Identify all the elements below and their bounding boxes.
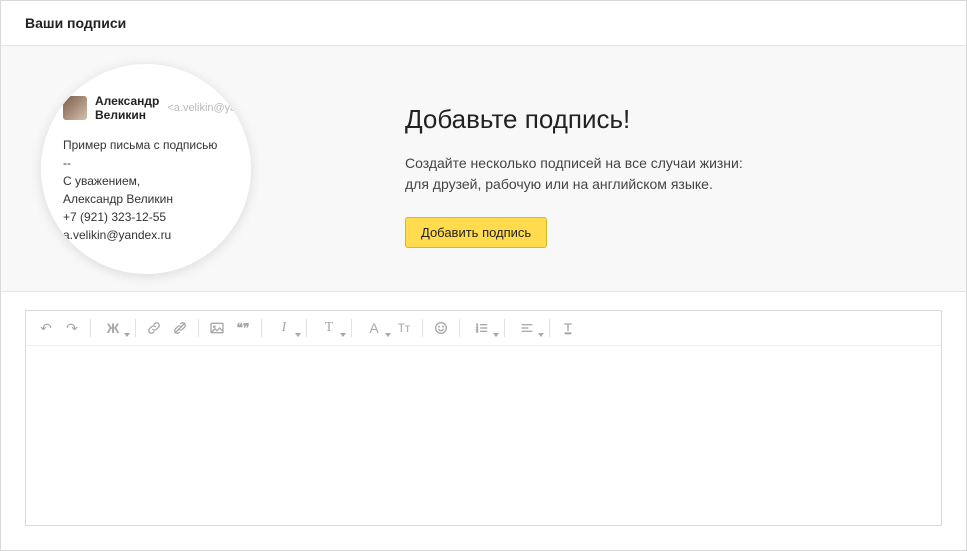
chevron-down-icon xyxy=(124,333,130,337)
list-button[interactable]: 123 xyxy=(466,317,498,339)
list-icon: 123 xyxy=(474,320,490,336)
link-button[interactable] xyxy=(142,317,166,339)
redo-button[interactable]: ↷ xyxy=(60,317,84,339)
redo-icon: ↷ xyxy=(66,320,78,337)
preview-sig-phone: +7 (921) 323-12-55 xyxy=(63,208,229,226)
cta-title: Добавьте подпись! xyxy=(405,104,926,135)
emoji-button[interactable] xyxy=(429,317,453,339)
toolbar-separator xyxy=(459,319,460,337)
clear-format-icon xyxy=(560,320,576,336)
chevron-down-icon xyxy=(295,333,301,337)
section-title-text: Ваши подписи xyxy=(25,15,126,31)
toolbar-separator xyxy=(135,319,136,337)
bold-button[interactable]: Ж xyxy=(97,317,129,339)
align-button[interactable] xyxy=(511,317,543,339)
bold-icon: Ж xyxy=(107,320,120,336)
chevron-down-icon xyxy=(340,333,346,337)
undo-button[interactable]: ↶ xyxy=(34,317,58,339)
quote-icon: ❝❞ xyxy=(237,321,250,335)
unlink-icon xyxy=(172,320,188,336)
preview-sig-email: a.velikin@yandex.ru xyxy=(63,226,229,244)
preview-intro: Пример письма с подписью xyxy=(63,136,229,154)
image-button[interactable] xyxy=(205,317,229,339)
avatar xyxy=(63,96,87,120)
preview-sender: Александр Великин <a.velikin@yandex.ru> xyxy=(63,94,229,122)
signature-preview: Александр Великин <a.velikin@yandex.ru> … xyxy=(41,64,251,274)
toolbar-separator xyxy=(90,319,91,337)
signature-editor: ↶ ↷ Ж ❝❞ xyxy=(25,310,942,526)
signature-hero: Александр Великин <a.velikin@yandex.ru> … xyxy=(1,46,966,292)
align-icon xyxy=(519,320,535,336)
clear-format-button[interactable] xyxy=(556,317,580,339)
chevron-down-icon xyxy=(493,333,499,337)
text-color-button[interactable]: T xyxy=(313,317,345,339)
preview-sig-sep: -- xyxy=(63,154,229,172)
editor-toolbar: ↶ ↷ Ж ❝❞ xyxy=(26,311,941,346)
image-icon xyxy=(209,320,225,336)
cta-block: Добавьте подпись! Создайте несколько под… xyxy=(405,104,926,248)
undo-icon: ↶ xyxy=(40,320,52,337)
cta-line1: Создайте несколько подписей на все случа… xyxy=(405,155,743,171)
font-size-button[interactable]: Tт xyxy=(392,317,416,339)
add-signature-button[interactable]: Добавить подпись xyxy=(405,217,547,248)
preview-sender-email: <a.velikin@yandex.ru> xyxy=(167,102,251,114)
preview-sig-name: Александр Великин xyxy=(63,190,229,208)
unlink-button[interactable] xyxy=(168,317,192,339)
preview-sender-name: Александр Великин xyxy=(95,94,159,122)
preview-sig-regards: С уважением, xyxy=(63,172,229,190)
text-style-icon: I xyxy=(282,320,287,336)
text-style-button[interactable]: I xyxy=(268,317,300,339)
font-color-button[interactable]: A xyxy=(358,317,390,339)
toolbar-separator xyxy=(549,319,550,337)
chevron-down-icon xyxy=(385,333,391,337)
toolbar-separator xyxy=(261,319,262,337)
preview-body: Пример письма с подписью -- С уважением,… xyxy=(63,136,229,244)
section-title: Ваши подписи xyxy=(1,1,966,46)
cta-text: Создайте несколько подписей на все случа… xyxy=(405,153,926,195)
text-color-icon: T xyxy=(325,320,334,336)
editor-textarea[interactable] xyxy=(26,346,941,525)
link-icon xyxy=(146,320,162,336)
font-color-icon: A xyxy=(369,320,378,336)
toolbar-separator xyxy=(351,319,352,337)
toolbar-separator xyxy=(198,319,199,337)
editor-section: ↶ ↷ Ж ❝❞ xyxy=(1,292,966,550)
toolbar-separator xyxy=(422,319,423,337)
toolbar-separator xyxy=(504,319,505,337)
smile-icon xyxy=(433,320,449,336)
cta-line2: для друзей, рабочую или на английском яз… xyxy=(405,176,713,192)
font-size-icon: Tт xyxy=(398,321,411,335)
svg-text:3: 3 xyxy=(476,329,479,334)
toolbar-separator xyxy=(306,319,307,337)
quote-button[interactable]: ❝❞ xyxy=(231,317,255,339)
chevron-down-icon xyxy=(538,333,544,337)
